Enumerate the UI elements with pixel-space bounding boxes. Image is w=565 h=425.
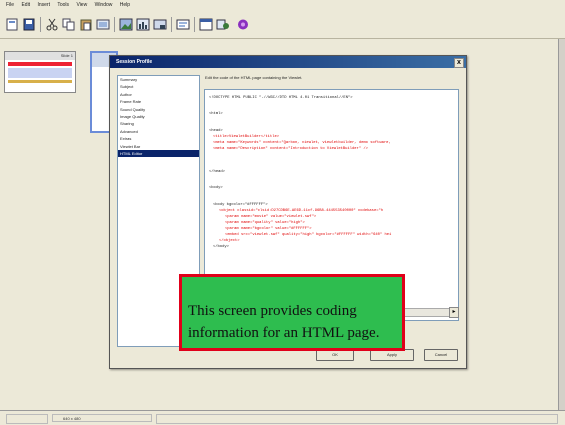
code-line: <param name="movie" value="viewlet.swf"> bbox=[225, 215, 317, 219]
menubar: File Edit Insert Tools View Window Help bbox=[0, 0, 565, 11]
slide-footer bbox=[8, 80, 72, 83]
slide-bar bbox=[8, 62, 72, 66]
sidebar-item-subject[interactable]: Subject bbox=[118, 83, 199, 90]
menu-edit[interactable]: Edit bbox=[21, 2, 30, 8]
code-line: </object> bbox=[219, 239, 240, 243]
caption-text: This screen provides coding information … bbox=[188, 303, 380, 341]
export-icon[interactable] bbox=[153, 18, 167, 31]
sidebar-item-extras[interactable]: Extras bbox=[118, 135, 199, 142]
close-button[interactable]: x bbox=[454, 58, 464, 68]
sidebar-item-author[interactable]: Author bbox=[118, 91, 199, 98]
menu-insert[interactable]: Insert bbox=[37, 2, 50, 8]
toolbar bbox=[0, 11, 565, 39]
menu-help[interactable]: Help bbox=[120, 2, 130, 8]
dialog-title: Session Profile bbox=[116, 59, 153, 65]
sidebar-item-frame-rate[interactable]: Frame Rate bbox=[118, 98, 199, 105]
sidebar-item-sound-quality[interactable]: Sound Quality bbox=[118, 106, 199, 113]
status-panel bbox=[156, 414, 558, 424]
slide-icon[interactable] bbox=[96, 18, 110, 31]
copy-icon[interactable] bbox=[62, 18, 76, 31]
code-line: <meta name="Keywords" content="Qarbon, v… bbox=[213, 141, 391, 145]
toolbar-separator bbox=[114, 17, 115, 32]
code-line: <meta name="Description" content="Introd… bbox=[213, 147, 368, 151]
code-line: <head> bbox=[209, 129, 223, 133]
application-window: File Edit Insert Tools View Window Help bbox=[0, 0, 565, 425]
save-icon[interactable] bbox=[22, 18, 36, 31]
code-line: <body bgcolor="#FFFFFF"> bbox=[213, 203, 268, 207]
image-icon[interactable] bbox=[119, 18, 133, 31]
code-line: <param name="bgcolor" value="#FFFFFF"> bbox=[225, 227, 312, 231]
preview-icon[interactable] bbox=[176, 18, 190, 31]
code-line: <body> bbox=[209, 186, 223, 190]
toolbar-separator bbox=[40, 17, 41, 32]
new-icon[interactable] bbox=[5, 18, 19, 31]
status-panel bbox=[6, 414, 48, 424]
menu-view[interactable]: View bbox=[76, 2, 87, 8]
dialog-titlebar: Session Profile x bbox=[110, 56, 466, 68]
scroll-right-icon[interactable]: ▸ bbox=[449, 307, 459, 318]
toolbar-separator bbox=[194, 17, 195, 32]
code-line: <html> bbox=[209, 112, 223, 116]
sidebar-item-summary[interactable]: Summary bbox=[118, 76, 199, 83]
slide-thumbnail[interactable]: Slide 1 bbox=[4, 51, 76, 93]
slide-label: Slide 1 bbox=[5, 52, 75, 60]
slide-content bbox=[8, 68, 72, 78]
resolution-readout: 640 x 480 bbox=[52, 414, 152, 422]
paste-icon[interactable] bbox=[79, 18, 93, 31]
menu-file[interactable]: File bbox=[6, 2, 14, 8]
code-line: <title>ViewletBuilder</title> bbox=[213, 135, 280, 139]
code-line: <embed src="viewlet.swf" quality="high" … bbox=[225, 233, 392, 237]
menu-window[interactable]: Window bbox=[95, 2, 113, 8]
instructions-label: Edit the code of the HTML page containin… bbox=[205, 75, 303, 80]
sidebar-item-viewlet-bar[interactable]: Viewlet Bar bbox=[118, 143, 199, 150]
code-line: </head> bbox=[209, 170, 225, 174]
settings-icon[interactable] bbox=[216, 18, 230, 31]
cancel-button[interactable]: Cancel bbox=[424, 349, 458, 361]
menu-tools[interactable]: Tools bbox=[57, 2, 69, 8]
statusbar: 640 x 480 bbox=[0, 410, 565, 425]
code-line: <param name="quality" value="high"> bbox=[225, 221, 305, 225]
code-line: </body> bbox=[213, 245, 229, 249]
chart-icon[interactable] bbox=[136, 18, 150, 31]
code-line: <object classid="clsid:D27CDB6E-AE6D-11c… bbox=[219, 209, 384, 213]
cut-icon[interactable] bbox=[45, 18, 59, 31]
sidebar-item-image-quality[interactable]: Image Quality bbox=[118, 113, 199, 120]
sidebar-item-html-editor[interactable]: HTML Editor bbox=[118, 149, 199, 158]
sidebar-item-advanced[interactable]: Advanced bbox=[118, 128, 199, 135]
code-line: <!DOCTYPE HTML PUBLIC "-//W3C//DTD HTML … bbox=[209, 96, 353, 100]
toolbar-separator bbox=[171, 17, 172, 32]
html-icon[interactable] bbox=[199, 18, 213, 31]
right-scroll-area[interactable] bbox=[558, 39, 565, 410]
publish-icon[interactable] bbox=[236, 18, 250, 31]
sidebar-item-sharing[interactable]: Sharing bbox=[118, 120, 199, 127]
